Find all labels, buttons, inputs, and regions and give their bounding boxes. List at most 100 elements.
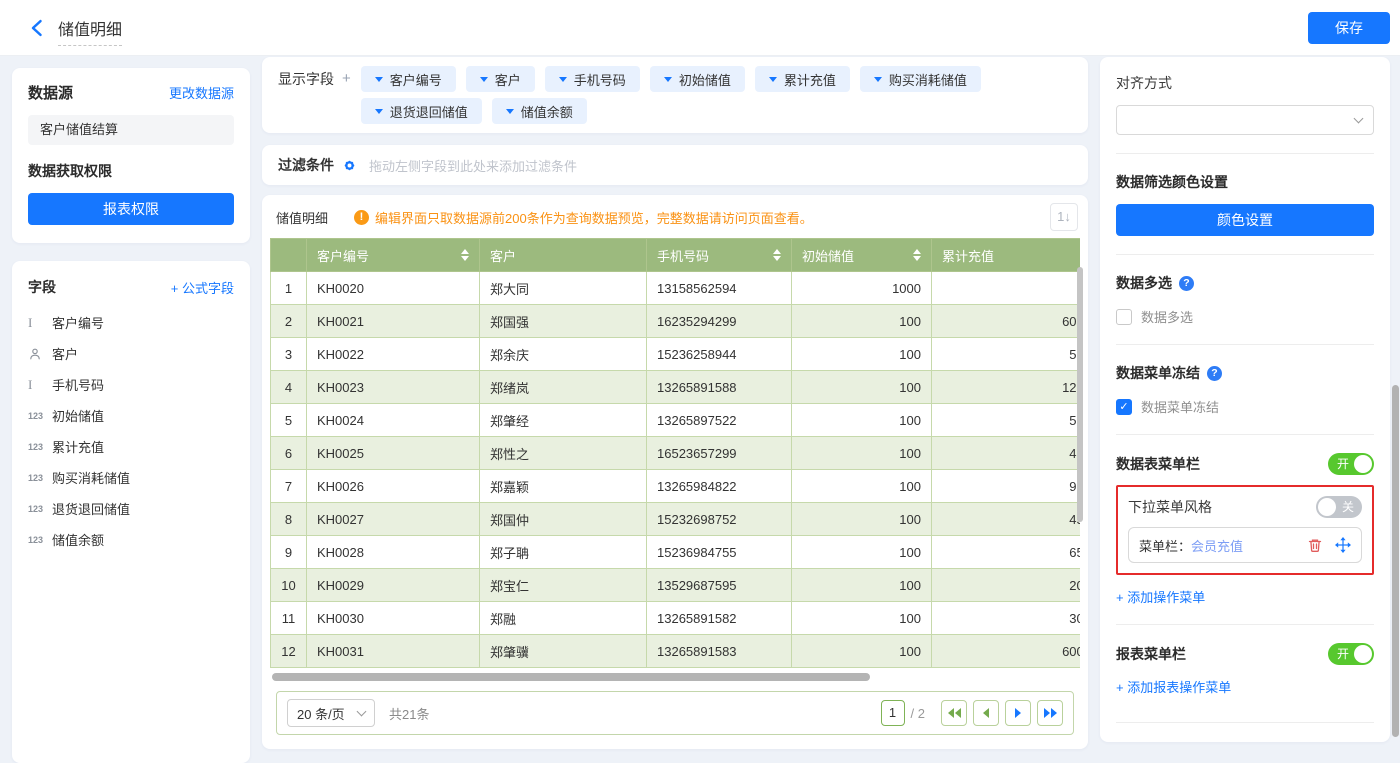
table-panel: 储值明细 ! 编辑界面只取数据源前200条作为查询数据预览，完整数据请访问页面查… [262,195,1088,749]
toggle-knob [1354,645,1372,663]
table-row[interactable]: 8KH0027郑国仲15232698752100450 [271,503,1081,536]
column-header[interactable]: 客户 [480,239,647,272]
field-item[interactable]: 123 初始储值 [28,400,234,431]
window-vertical-scrollbar[interactable] [1392,385,1399,737]
multi-select-title: 数据多选 ? [1116,273,1374,293]
filter-panel[interactable]: 过滤条件 拖动左侧字段到此处来添加过滤条件 [262,145,1088,185]
field-item[interactable]: 123 储值余额 [28,524,234,555]
last-page-button[interactable] [1037,700,1063,726]
sort-arrows-icon[interactable] [461,249,469,261]
column-header[interactable]: 客户编号 [307,239,480,272]
color-settings-button[interactable]: 颜色设置 [1116,204,1374,236]
page-title: 储值明细 [58,16,122,46]
field-item[interactable]: I 客户编号 [28,307,234,338]
help-icon[interactable]: ? [1179,276,1194,291]
sort-order-icon[interactable]: 1↓ [1050,203,1078,231]
chip-label: 储值余额 [521,102,573,121]
menu-bar-item[interactable]: 菜单栏： 会员充值 [1128,527,1362,563]
column-header[interactable]: 初始储值 [792,239,932,272]
multi-select-checkbox-row[interactable]: 数据多选 [1116,307,1374,326]
highlighted-dropdown-style-box: 下拉菜单风格 关 菜单栏： 会员充值 [1116,485,1374,575]
table-row[interactable]: 5KH0024郑肇经13265897522100500 [271,404,1081,437]
datasource-value[interactable]: 客户储值结算 [28,115,234,145]
add-field-icon[interactable]: + [342,66,351,92]
field-chip[interactable]: 客户 [466,66,535,92]
filter-color-title: 数据筛选颜色设置 [1116,172,1374,192]
datasource-panel: 数据源 更改数据源 客户储值结算 数据获取权限 报表权限 [12,68,250,243]
gear-icon[interactable] [342,158,357,173]
table-row[interactable]: 4KH0023郑绪岚132658915881001200 [271,371,1081,404]
report-menu-title: 报表菜单栏 [1116,644,1186,664]
menu-bar-value[interactable]: 会员充值 [1191,536,1243,555]
menu-freeze-title: 数据菜单冻结 ? [1116,363,1374,383]
number-field-icon: 123 [28,411,52,421]
delete-icon[interactable] [1307,537,1323,553]
chevron-down-icon [559,77,567,82]
column-header[interactable]: 累计充值 [932,239,1081,272]
field-label: 储值余额 [52,530,104,549]
menu-bar-prefix: 菜单栏： [1139,536,1191,555]
save-button[interactable]: 保存 [1308,12,1390,44]
table-row[interactable]: 7KH0026郑嘉颖13265984822100900 [271,470,1081,503]
chevron-down-icon [664,77,672,82]
next-page-button[interactable] [1005,700,1031,726]
horizontal-scrollbar[interactable] [272,673,870,681]
checkbox-unchecked[interactable] [1116,309,1132,325]
formula-field-link[interactable]: + 公式字段 [171,278,234,297]
first-page-button[interactable] [941,700,967,726]
field-item[interactable]: 123 退货退回储值 [28,493,234,524]
table-row[interactable]: 11KH0030郑融13265891582100300 [271,602,1081,635]
field-item[interactable]: 123 累计充值 [28,431,234,462]
add-report-action-menu-link[interactable]: + 添加报表操作菜单 [1116,677,1374,696]
field-chip[interactable]: 累计充值 [755,66,850,92]
column-header[interactable]: 手机号码 [647,239,792,272]
table-title: 储值明细 [276,208,328,227]
chevron-down-icon [874,77,882,82]
table-row[interactable]: 3KH0022郑余庆15236258944100500 [271,338,1081,371]
current-page-input[interactable]: 1 [881,700,905,726]
sort-arrows-icon[interactable] [913,249,921,261]
preview-warning: ! 编辑界面只取数据源前200条作为查询数据预览，完整数据请访问页面查看。 [354,208,813,227]
table-row[interactable]: 12KH0031郑肇骥132658915831006000 [271,635,1081,668]
dropdown-style-toggle[interactable]: 关 [1316,496,1362,518]
chip-label: 累计充值 [784,70,836,89]
move-icon[interactable] [1335,537,1351,553]
back-icon[interactable] [28,18,48,38]
field-chip[interactable]: 储值余额 [492,98,587,124]
field-list: I 客户编号 客户 I 手机号码 123 初始储值 123 累计充值 [28,307,234,555]
field-chip[interactable]: 购买消耗储值 [860,66,981,92]
table-row[interactable]: 6KH0025郑性之16523657299100400 [271,437,1081,470]
table-row[interactable]: 2KH0021郑国强162352942991006000 [271,305,1081,338]
report-menu-toggle[interactable]: 开 [1328,643,1374,665]
page-size-select[interactable]: 20 条/页 [287,699,375,727]
table-vertical-scrollbar[interactable] [1077,267,1083,522]
field-chip[interactable]: 手机号码 [545,66,640,92]
fields-title: 字段 [28,277,56,297]
number-field-icon: 123 [28,504,52,514]
field-chip[interactable]: 初始储值 [650,66,745,92]
change-datasource-link[interactable]: 更改数据源 [169,83,234,102]
chevron-down-icon [1354,114,1364,124]
chevron-down-icon [480,77,488,82]
field-label: 手机号码 [52,375,104,394]
field-chip[interactable]: 退货退回储值 [361,98,482,124]
prev-page-button[interactable] [973,700,999,726]
table-row[interactable]: 9KH0028郑子聃15236984755100650 [271,536,1081,569]
menu-freeze-checkbox-row[interactable]: ✓ 数据菜单冻结 [1116,397,1374,416]
field-item[interactable]: 客户 [28,338,234,369]
field-item[interactable]: 123 购买消耗储值 [28,462,234,493]
help-icon[interactable]: ? [1207,366,1222,381]
report-permission-button[interactable]: 报表权限 [28,193,234,225]
toggle-on-label: 开 [1337,643,1349,665]
table-menu-toggle[interactable]: 开 [1328,453,1374,475]
table-row[interactable]: 10KH0029郑宝仁13529687595100200 [271,569,1081,602]
field-chip[interactable]: 客户编号 [361,66,456,92]
add-action-menu-link[interactable]: + 添加操作菜单 [1116,587,1374,606]
align-select[interactable] [1116,105,1374,135]
sort-arrows-icon[interactable] [773,249,781,261]
field-item[interactable]: I 手机号码 [28,369,234,400]
checkbox-label: 数据菜单冻结 [1141,397,1219,416]
checkbox-checked[interactable]: ✓ [1116,399,1132,415]
table-row[interactable]: 1KH0020郑大同1315856259410000 [271,272,1081,305]
field-label: 退货退回储值 [52,499,130,518]
